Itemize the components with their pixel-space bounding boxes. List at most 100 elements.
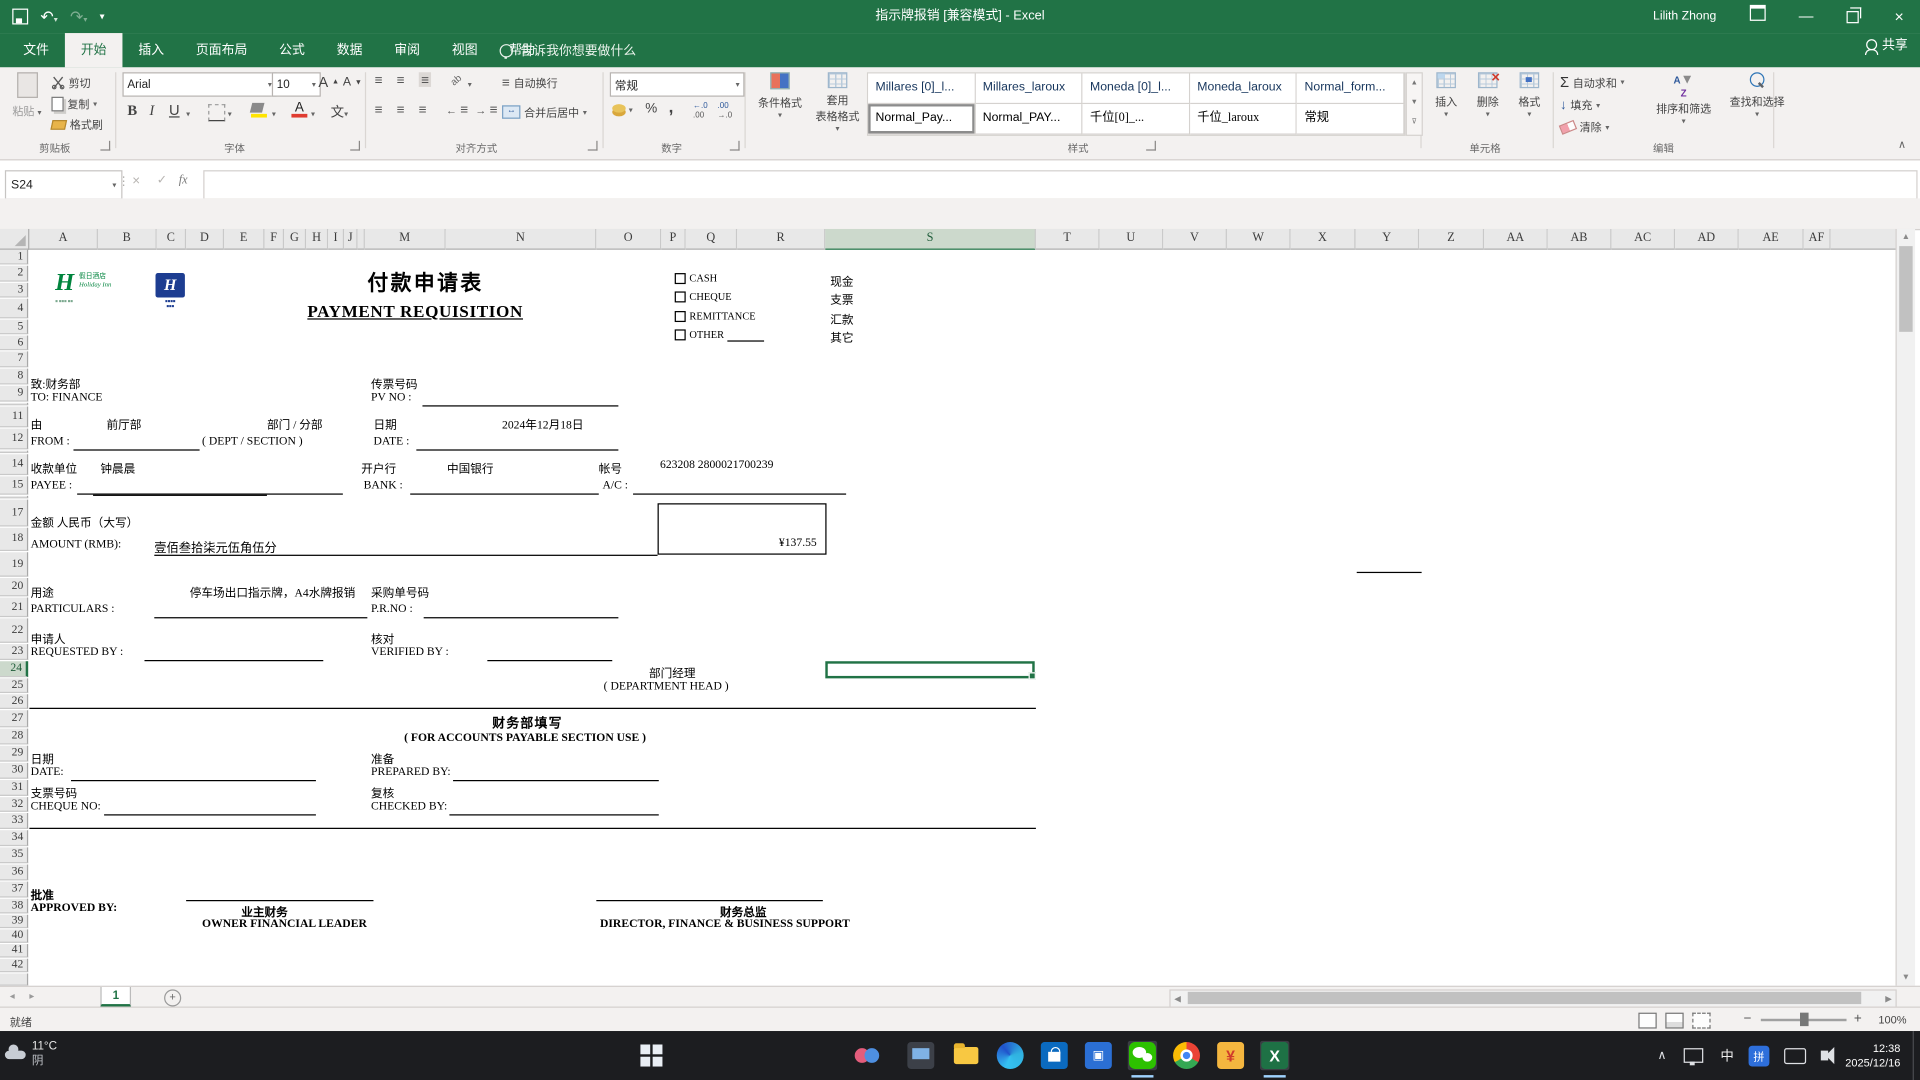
comma-style-button[interactable]: , bbox=[669, 97, 674, 117]
delete-cells-button[interactable]: × 删除 ▾ bbox=[1469, 69, 1506, 119]
copy-button[interactable]: 复制 ▾ bbox=[51, 96, 97, 112]
fill-button[interactable]: ↓ 填充 ▾ bbox=[1560, 97, 1600, 113]
column-header-U[interactable]: U bbox=[1099, 228, 1164, 250]
ribbon-tab-5[interactable]: 公式 bbox=[263, 33, 321, 67]
weather-widget[interactable]: 11°C 阴 bbox=[4, 1040, 57, 1070]
row-header-42[interactable]: 42 bbox=[0, 958, 29, 973]
insert-cells-button[interactable]: 插入 ▾ bbox=[1428, 72, 1465, 119]
ime-lang-icon[interactable]: 中 bbox=[1720, 1046, 1733, 1066]
row-header-32[interactable]: 32 bbox=[0, 797, 29, 812]
column-header-N[interactable]: N bbox=[445, 228, 597, 250]
row-header-29[interactable]: 29 bbox=[0, 745, 29, 762]
row-header-31[interactable]: 31 bbox=[0, 780, 29, 796]
row-header-25[interactable]: 25 bbox=[0, 678, 29, 694]
column-header-C[interactable]: C bbox=[156, 228, 187, 250]
row-header-17[interactable]: 17 bbox=[0, 499, 29, 527]
gallery-scroll[interactable]: ▲ ▼ ⊽ bbox=[1405, 72, 1423, 136]
tray-clock[interactable]: 12:38 2025/12/16 bbox=[1845, 1041, 1900, 1071]
underline-dropdown[interactable]: ▾ bbox=[186, 109, 190, 119]
horizontal-scroll-thumb[interactable] bbox=[1187, 991, 1862, 1005]
formula-input[interactable] bbox=[203, 170, 1918, 200]
row-header-10[interactable] bbox=[0, 402, 29, 406]
wrap-text-button[interactable]: ≡ 自动换行 bbox=[502, 75, 558, 91]
align-top-icon[interactable]: ≡ bbox=[375, 74, 383, 87]
fill-handle[interactable] bbox=[1028, 672, 1036, 680]
row-header-21[interactable]: 21 bbox=[0, 597, 29, 618]
column-header-AB[interactable]: AB bbox=[1547, 228, 1612, 250]
column-header-AC[interactable]: AC bbox=[1611, 228, 1676, 250]
conditional-formatting-button[interactable]: 条件格式 ▾ bbox=[752, 72, 808, 120]
vertical-scroll-thumb[interactable] bbox=[1899, 246, 1913, 332]
selected-cell[interactable] bbox=[825, 661, 1036, 680]
row-header-12[interactable]: 12 bbox=[0, 428, 29, 450]
new-sheet-button[interactable]: + bbox=[164, 989, 182, 1007]
ribbon-tab-2[interactable]: 开始 bbox=[64, 33, 123, 68]
column-header-X[interactable]: X bbox=[1290, 228, 1356, 250]
sheet-tab[interactable]: 1 bbox=[100, 986, 132, 1007]
volume-icon[interactable] bbox=[1820, 1046, 1835, 1065]
row-header-3[interactable]: 3 bbox=[0, 282, 29, 298]
cell-style-option[interactable]: Millares [0]_l... bbox=[868, 73, 976, 105]
row-header-8[interactable]: 8 bbox=[0, 368, 29, 385]
bold-button[interactable]: B bbox=[127, 102, 137, 120]
increase-indent-icon[interactable]: → ≡ bbox=[475, 103, 498, 116]
row-header-11[interactable]: 11 bbox=[0, 406, 29, 428]
zoom-level[interactable]: 100% bbox=[1878, 1014, 1906, 1026]
row-header-2[interactable]: 2 bbox=[0, 265, 29, 282]
column-header-A[interactable]: A bbox=[29, 228, 98, 250]
row-header-24[interactable]: 24 bbox=[0, 661, 29, 678]
accounting-format-button[interactable]: ▾ bbox=[612, 103, 633, 115]
show-desktop-button[interactable] bbox=[1912, 1031, 1920, 1080]
column-header-Y[interactable]: Y bbox=[1355, 228, 1420, 250]
column-header-AF[interactable]: AF bbox=[1803, 228, 1831, 250]
desktop-app-icon[interactable] bbox=[906, 1041, 935, 1070]
account-name[interactable]: Lilith Zhong bbox=[1653, 0, 1716, 33]
row-header-26[interactable]: 26 bbox=[0, 694, 29, 709]
microsoft-store-icon[interactable] bbox=[1040, 1041, 1069, 1070]
horizontal-scrollbar[interactable]: ◀ ▶ bbox=[1169, 989, 1897, 1008]
sheet-nav-left-icon[interactable]: ◂ bbox=[10, 991, 15, 1002]
normal-view-icon[interactable] bbox=[1638, 1012, 1657, 1029]
merge-center-button[interactable]: ↔ 合并后居中 ▾ bbox=[502, 104, 587, 120]
orientation-dropdown[interactable]: ▾ bbox=[468, 80, 472, 90]
zoom-slider-thumb[interactable] bbox=[1800, 1012, 1809, 1027]
row-header-34[interactable]: 34 bbox=[0, 830, 29, 847]
font-color-button[interactable]: A bbox=[291, 100, 308, 118]
cell-style-option[interactable]: Moneda_laroux bbox=[1189, 73, 1298, 105]
row-header-37[interactable]: 37 bbox=[0, 881, 29, 898]
orientation-icon[interactable]: ab bbox=[448, 72, 463, 87]
row-header-36[interactable]: 36 bbox=[0, 864, 29, 881]
row-header-18[interactable]: 18 bbox=[0, 527, 29, 552]
row-header-5[interactable]: 5 bbox=[0, 319, 29, 335]
column-header-D[interactable]: D bbox=[186, 228, 225, 250]
wechat-icon[interactable] bbox=[1127, 1040, 1158, 1078]
row-header-4[interactable]: 4 bbox=[0, 298, 29, 319]
font-dialog-launcher[interactable] bbox=[350, 140, 361, 151]
column-header-AE[interactable]: AE bbox=[1738, 228, 1804, 250]
row-header-30[interactable]: 30 bbox=[0, 762, 29, 779]
sheet-nav-right-icon[interactable]: ▸ bbox=[29, 991, 34, 1002]
align-middle-icon[interactable]: ≡ bbox=[397, 74, 405, 87]
share-button[interactable]: 共享 bbox=[1864, 36, 1908, 56]
row-header-20[interactable]: 20 bbox=[0, 577, 29, 597]
align-right-icon[interactable]: ≡ bbox=[419, 103, 427, 116]
ime-pinyin-icon[interactable]: 拼 bbox=[1748, 1045, 1770, 1066]
excel-taskbar-icon[interactable]: X bbox=[1260, 1040, 1290, 1078]
row-header-15[interactable]: 15 bbox=[0, 476, 29, 495]
row-header-41[interactable]: 41 bbox=[0, 944, 29, 958]
edge-icon[interactable] bbox=[996, 1041, 1025, 1070]
column-header-B[interactable]: B bbox=[97, 228, 157, 250]
align-center-icon[interactable]: ≡ bbox=[397, 103, 405, 116]
ribbon-tab-7[interactable]: 审阅 bbox=[378, 33, 436, 67]
format-painter-button[interactable]: 格式刷 bbox=[50, 116, 103, 132]
column-header-R[interactable]: R bbox=[737, 228, 826, 250]
ribbon-tab-8[interactable]: 视图 bbox=[436, 33, 494, 67]
minimize-button[interactable]: — bbox=[1785, 0, 1827, 33]
select-all-corner[interactable] bbox=[0, 228, 30, 250]
scroll-right-icon[interactable]: ▶ bbox=[1885, 994, 1892, 1005]
column-header-hidden[interactable] bbox=[357, 228, 365, 250]
column-header-J[interactable]: J bbox=[344, 228, 358, 250]
row-header-39[interactable]: 39 bbox=[0, 914, 29, 929]
row-header-40[interactable]: 40 bbox=[0, 929, 29, 943]
alignment-dialog-launcher[interactable] bbox=[587, 140, 598, 151]
